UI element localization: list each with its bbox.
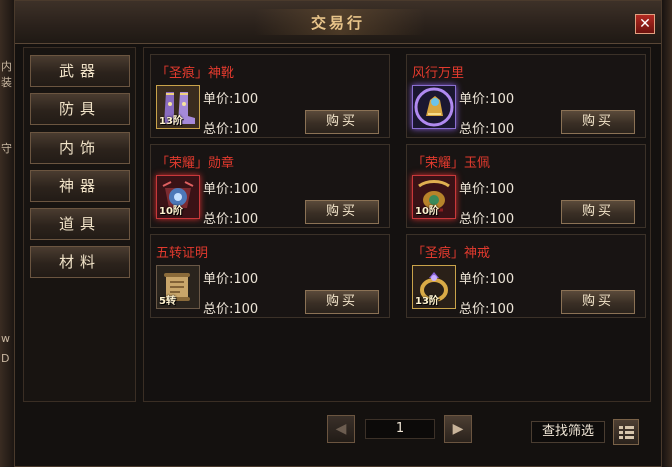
total-price: 总价:100 xyxy=(203,208,258,227)
total-price-value: 100 xyxy=(233,212,259,227)
total-price: 总价:100 xyxy=(459,298,514,317)
unit-price-label: 单价: xyxy=(203,182,234,197)
window-title: 交易行 xyxy=(310,14,365,32)
edge-fragment: 守 xyxy=(1,142,12,155)
listing-panel: 「圣痕」神靴 13阶 单价:100 总价:100 购买 风行万里 单价:100 … xyxy=(143,47,651,402)
listing-item: 「荣耀」勋章 10阶 单价:100 总价:100 购买 xyxy=(150,144,390,228)
edge-fragment: 装 xyxy=(1,76,12,89)
listing-item: 「荣耀」玉佩 10阶 单价:100 总价:100 购买 xyxy=(406,144,646,228)
jade-pendant-icon[interactable]: 10阶 xyxy=(412,175,456,219)
total-price: 总价:100 xyxy=(459,208,514,227)
total-price-label: 总价: xyxy=(459,122,490,137)
item-tier: 10阶 xyxy=(415,206,439,217)
item-tier: 13阶 xyxy=(415,296,439,307)
total-price: 总价:100 xyxy=(459,118,514,137)
unit-price-label: 单价: xyxy=(459,182,490,197)
total-price-label: 总价: xyxy=(203,212,234,227)
item-name: 风行万里 xyxy=(412,66,465,81)
edge-fragment: D xyxy=(1,352,10,365)
total-price-value: 100 xyxy=(233,122,259,137)
next-page-button[interactable]: ▶ xyxy=(444,415,472,443)
edge-fragment: 内 xyxy=(1,60,12,73)
listing-item: 「圣痕」神戒 13阶 单价:100 总价:100 购买 xyxy=(406,234,646,318)
listing-item: 风行万里 单价:100 总价:100 购买 xyxy=(406,54,646,138)
category-artifacts[interactable]: 神器 xyxy=(30,170,130,202)
buy-button[interactable]: 购买 xyxy=(561,200,635,224)
prev-page-button[interactable]: ◀ xyxy=(327,415,355,443)
unit-price-value: 100 xyxy=(233,272,259,287)
unit-price-value: 100 xyxy=(233,182,259,197)
scroll-icon[interactable]: 5转 xyxy=(156,265,200,309)
item-name: 「圣痕」神戒 xyxy=(412,246,491,261)
buy-button[interactable]: 购买 xyxy=(305,200,379,224)
buy-button[interactable]: 购买 xyxy=(561,290,635,314)
unit-price: 单价:100 xyxy=(459,178,514,197)
unit-price-value: 100 xyxy=(489,272,515,287)
unit-price-label: 单价: xyxy=(459,272,490,287)
category-weapons[interactable]: 武器 xyxy=(30,55,130,87)
total-price-label: 总价: xyxy=(203,302,234,317)
category-sidebar: 武器 防具 内饰 神器 道具 材料 xyxy=(23,47,136,402)
buy-button[interactable]: 购买 xyxy=(305,290,379,314)
unit-price-value: 100 xyxy=(489,182,515,197)
medal-icon[interactable]: 10阶 xyxy=(156,175,200,219)
unit-price-label: 单价: xyxy=(459,92,490,107)
total-price: 总价:100 xyxy=(203,118,258,137)
close-button[interactable]: ✕ xyxy=(635,14,655,34)
item-name: 「荣耀」玉佩 xyxy=(412,156,491,171)
left-backdrop-edge: 内 装 守 D w xyxy=(0,0,14,467)
listing-item: 五转证明 5转 单价:100 总价:100 购买 xyxy=(150,234,390,318)
category-props[interactable]: 道具 xyxy=(30,208,130,240)
buy-button[interactable]: 购买 xyxy=(561,110,635,134)
right-backdrop-edge xyxy=(662,0,672,467)
unit-price-value: 100 xyxy=(233,92,259,107)
category-armor[interactable]: 防具 xyxy=(30,93,130,125)
list-view-toggle[interactable] xyxy=(613,419,639,445)
unit-price: 单价:100 xyxy=(203,88,258,107)
unit-price: 单价:100 xyxy=(459,88,514,107)
total-price: 总价:100 xyxy=(203,298,258,317)
item-tier: 13阶 xyxy=(159,116,183,127)
unit-price: 单价:100 xyxy=(203,268,258,287)
trading-house-window: 交易行 ✕ 武器 防具 内饰 神器 道具 材料 「圣痕」神靴 13阶 单价:10… xyxy=(14,0,662,467)
boots-icon[interactable]: 13阶 xyxy=(156,85,200,129)
arrow-left-icon: ◀ xyxy=(335,421,347,437)
item-name: 「圣痕」神靴 xyxy=(156,66,235,81)
total-price-value: 100 xyxy=(233,302,259,317)
unit-price: 单价:100 xyxy=(203,178,258,197)
buy-button[interactable]: 购买 xyxy=(305,110,379,134)
category-inner-wear[interactable]: 内饰 xyxy=(30,132,130,164)
close-icon: ✕ xyxy=(639,16,651,32)
item-tier: 10阶 xyxy=(159,206,183,217)
unit-price-label: 单价: xyxy=(203,272,234,287)
total-price-label: 总价: xyxy=(203,122,234,137)
item-tier: 5转 xyxy=(159,296,176,307)
page-number: 1 xyxy=(365,419,435,439)
ring-icon[interactable]: 13阶 xyxy=(412,265,456,309)
unit-price-value: 100 xyxy=(489,92,515,107)
total-price-label: 总价: xyxy=(459,212,490,227)
item-name: 「荣耀」勋章 xyxy=(156,156,235,171)
total-price-label: 总价: xyxy=(459,302,490,317)
mount-icon[interactable] xyxy=(412,85,456,129)
unit-price: 单价:100 xyxy=(459,268,514,287)
edge-fragment: w xyxy=(1,332,10,345)
search-filter-button[interactable]: 查找筛选 xyxy=(531,421,605,443)
total-price-value: 100 xyxy=(489,302,515,317)
unit-price-label: 单价: xyxy=(203,92,234,107)
total-price-value: 100 xyxy=(489,122,515,137)
listing-item: 「圣痕」神靴 13阶 单价:100 总价:100 购买 xyxy=(150,54,390,138)
category-materials[interactable]: 材料 xyxy=(30,246,130,278)
item-name: 五转证明 xyxy=(156,246,209,261)
total-price-value: 100 xyxy=(489,212,515,227)
arrow-right-icon: ▶ xyxy=(452,421,464,437)
title-bar: 交易行 ✕ xyxy=(15,1,661,44)
